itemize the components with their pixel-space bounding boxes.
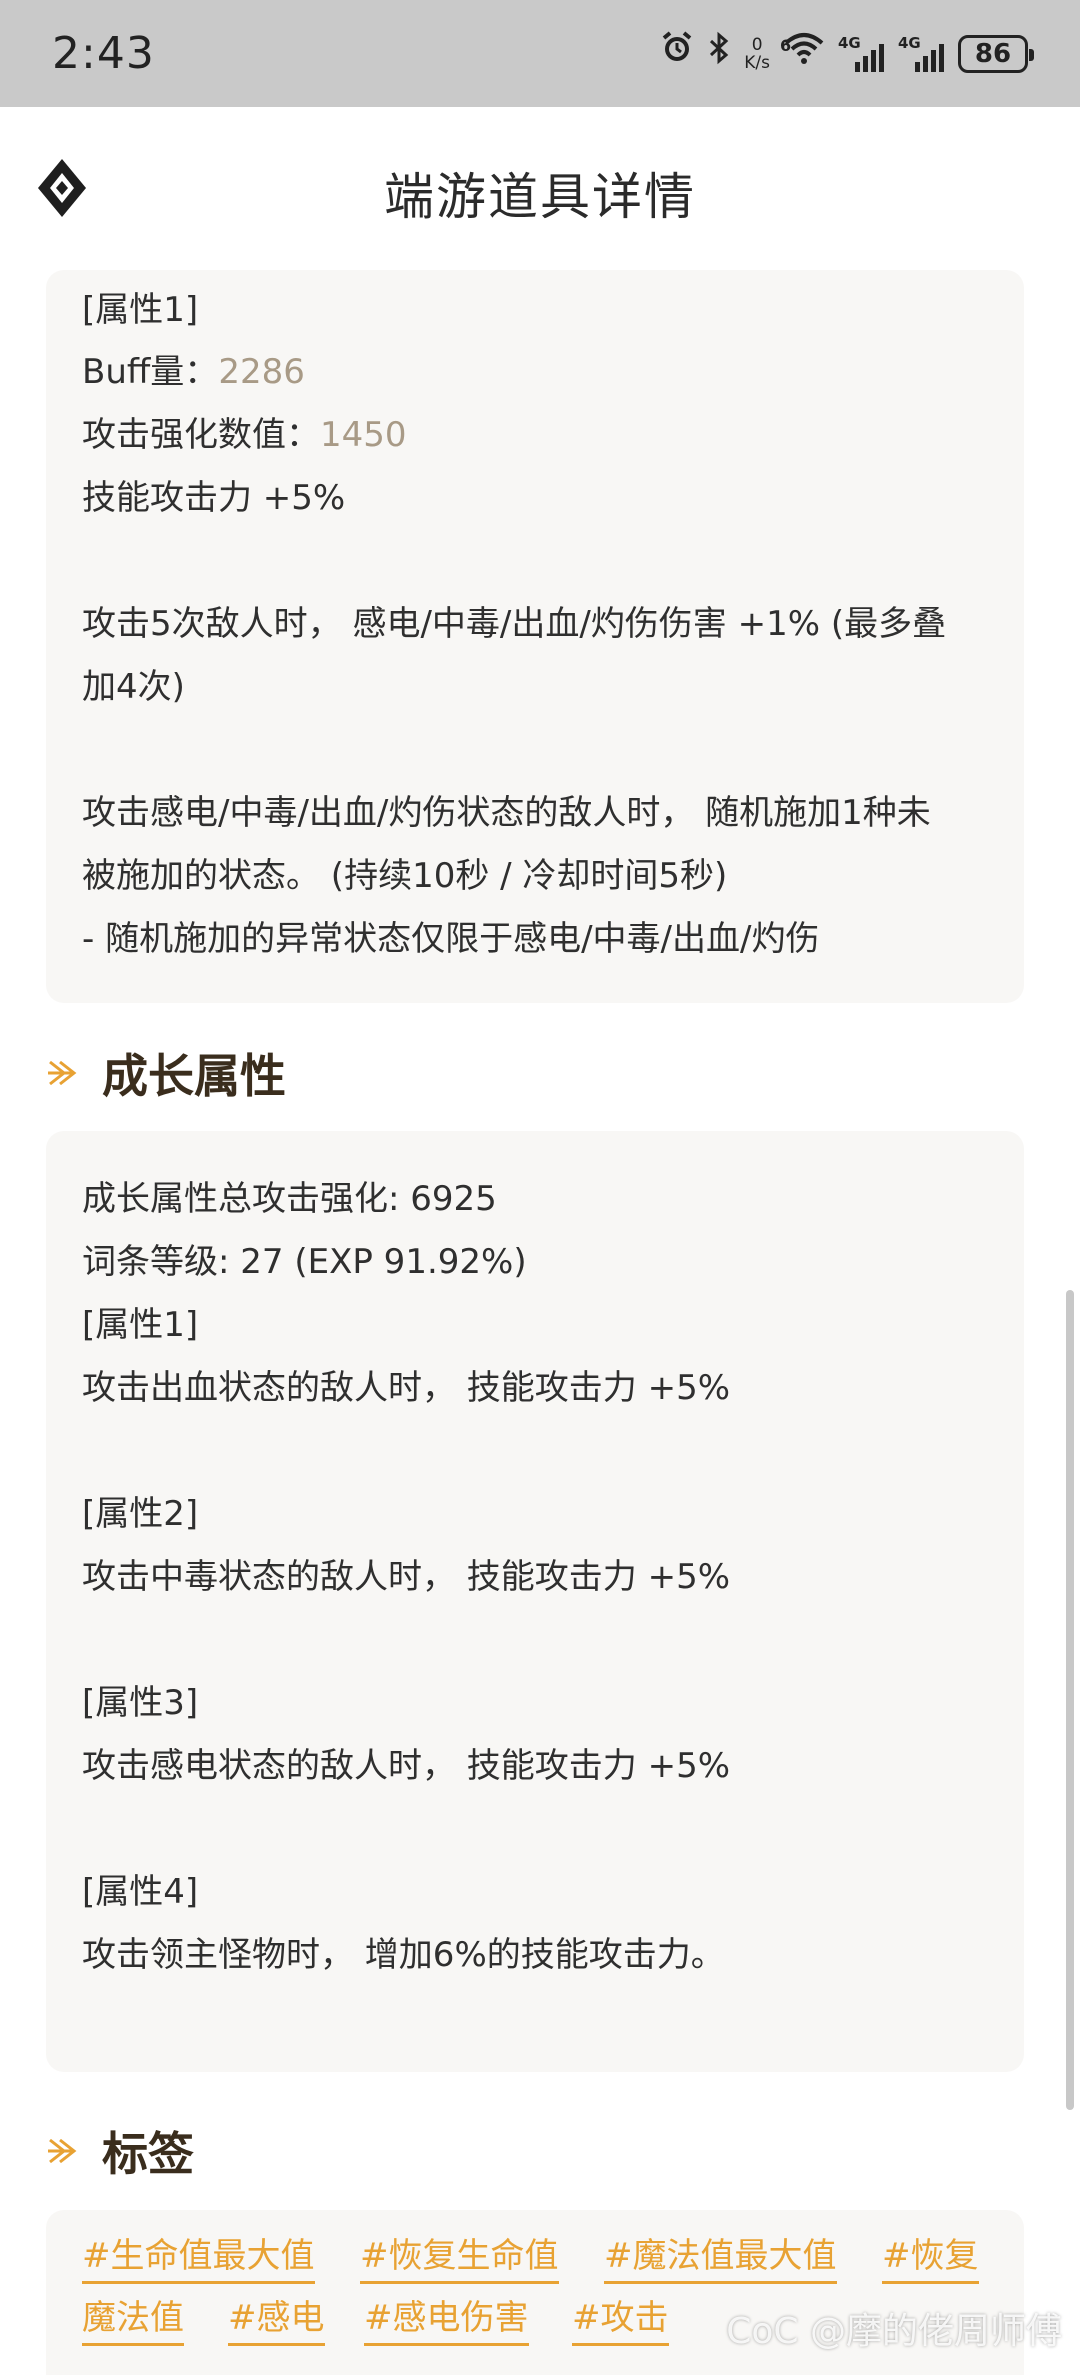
bluetooth-icon — [708, 26, 730, 82]
effect-line: - 随机施加的异常状态仅限于感电/中毒/出血/灼伤 — [82, 919, 820, 959]
signal-icon: 4G — [838, 34, 884, 74]
arrow-icon — [48, 1060, 77, 1086]
buff-value: 2286 — [218, 352, 305, 392]
attack-row: 攻击强化数值：1450 — [82, 407, 407, 456]
growth-line: 成长属性总攻击强化: 6925 — [82, 1179, 497, 1219]
tags-section-header: 标签 — [46, 2118, 194, 2184]
app-header: 端游道具详情 — [0, 107, 1080, 270]
attack-label: 攻击强化数值： — [82, 415, 320, 455]
battery-level: 86 — [974, 39, 1012, 69]
net-speed-unit: K/s — [744, 53, 770, 73]
tag-link[interactable]: #恢复 — [882, 2228, 979, 2284]
tag-link[interactable]: #魔法值最大值 — [604, 2228, 837, 2284]
status-bar: 2:43 0 K/s 6 4G 4G 86 — [0, 0, 1080, 107]
signal-icon: 4G — [898, 34, 944, 74]
tag-link[interactable]: #攻击 — [572, 2290, 669, 2346]
arrow-icon — [48, 2138, 77, 2164]
attr-label: [属性1] — [82, 290, 199, 330]
effect-line: 攻击5次敌人时， 感电/中毒/出血/灼伤伤害 +1% (最多叠 — [82, 604, 947, 644]
growth-line: [属性2] — [82, 1494, 199, 1534]
growth-line: [属性4] — [82, 1872, 199, 1912]
page-title: 端游道具详情 — [384, 168, 696, 226]
tag-link[interactable]: #恢复生命值 — [360, 2228, 559, 2284]
battery-icon: 86 — [958, 35, 1034, 73]
wifi-badge: 6 — [780, 36, 792, 55]
buff-row: Buff量：2286 — [82, 344, 305, 393]
alarm-icon — [660, 26, 694, 82]
growth-line: 攻击出血状态的敌人时， 技能攻击力 +5% — [82, 1368, 731, 1408]
watermark: CoC @摩的佬周师傅 — [726, 2311, 1062, 2352]
scrollbar[interactable] — [1066, 1290, 1074, 2110]
growth-section-title: 成长属性 — [102, 1049, 286, 1103]
growth-line: [属性3] — [82, 1683, 199, 1723]
growth-line: [属性1] — [82, 1305, 199, 1345]
net-speed: 0 K/s — [744, 36, 770, 72]
effect-line: 加4次) — [82, 667, 185, 707]
status-time: 2:43 — [52, 28, 155, 79]
skill-attack-line: 技能攻击力 +5% — [82, 478, 346, 518]
tag-link[interactable]: #感电 — [228, 2290, 325, 2346]
growth-line: 攻击领主怪物时， 增加6%的技能攻击力。 — [82, 1935, 725, 1975]
attribute-card: [属性1] Buff量：2286 攻击强化数值：1450 技能攻击力 +5% 攻… — [46, 270, 1024, 1003]
growth-line: 词条等级: 27 (EXP 91.92%) — [82, 1242, 527, 1282]
wifi-icon: 6 — [780, 26, 824, 82]
effect-line: 被施加的状态。 (持续10秒 / 冷却时间5秒) — [82, 856, 728, 896]
effect-line: 攻击感电/中毒/出血/灼伤状态的敌人时， 随机施加1种未 — [82, 793, 931, 833]
growth-line: 攻击感电状态的敌人时， 技能攻击力 +5% — [82, 1746, 731, 1786]
growth-card: 成长属性总攻击强化: 6925 词条等级: 27 (EXP 91.92%) [属… — [46, 1131, 1024, 2072]
tags-section-title: 标签 — [102, 2127, 194, 2181]
tag-link[interactable]: #生命值最大值 — [82, 2228, 315, 2284]
tag-link[interactable]: #感电伤害 — [364, 2290, 529, 2346]
content-area[interactable]: [属性1] Buff量：2286 攻击强化数值：1450 技能攻击力 +5% 攻… — [0, 270, 1080, 2375]
growth-line: 攻击中毒状态的敌人时， 技能攻击力 +5% — [82, 1557, 731, 1597]
net-speed-value: 0 — [751, 35, 763, 55]
buff-label: Buff量： — [82, 352, 219, 392]
status-icons: 0 K/s 6 4G 4G 86 — [660, 26, 1034, 82]
tag-link[interactable]: 魔法值 — [82, 2290, 184, 2346]
attack-value: 1450 — [320, 415, 407, 455]
growth-section-header: 成长属性 — [46, 1040, 286, 1106]
